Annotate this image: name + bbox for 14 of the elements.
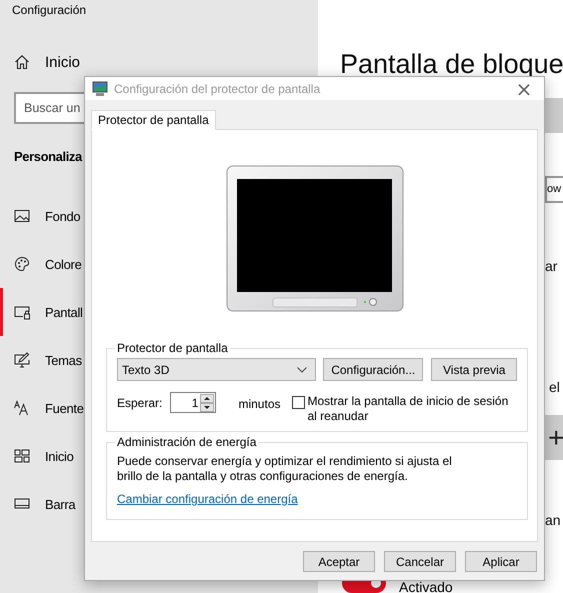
page-heading: Pantalla de bloque <box>340 48 563 80</box>
setting-text: ar <box>545 258 558 274</box>
setting-text: an <box>545 512 562 528</box>
group-label: Administración de energía <box>116 435 258 449</box>
app-title: Configuración <box>11 2 88 19</box>
toggle-label: Activado <box>399 581 453 593</box>
checkbox-label: Mostrar la pantalla de inicio de sesión al reanudar <box>308 394 510 424</box>
description-text: Puede conservar energía y optimizar el rendimiento si ajusta el brillo de la pantalla y otras configuraciones de energía. <box>117 454 453 484</box>
section-heading: Personaliza <box>13 148 84 166</box>
wait-label: Esperar: <box>117 396 164 410</box>
setting-text: el <box>548 379 561 395</box>
unit-label: minutos <box>238 397 280 411</box>
dialog-title: Configuración del protector de pantalla <box>114 82 322 96</box>
group-label: Protector de pantalla <box>116 341 229 355</box>
